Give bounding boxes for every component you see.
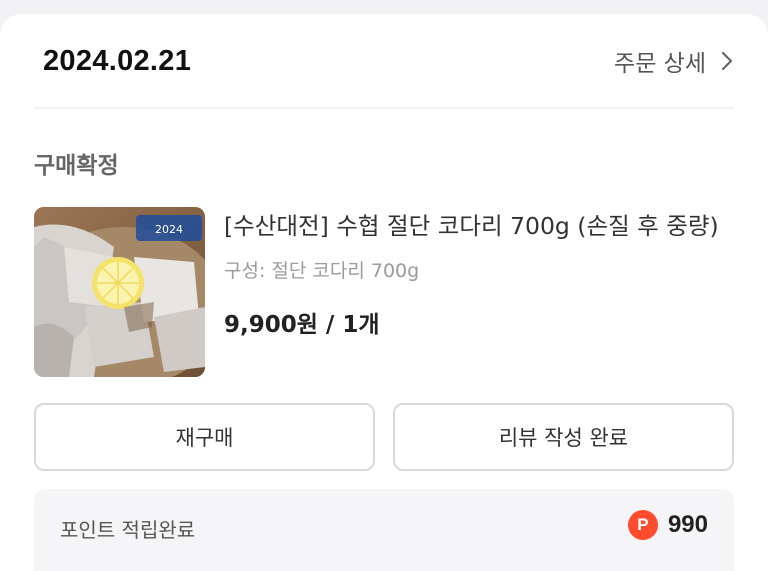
order-card: 2024.02.21 주문 상세 구매확정 2024 [수산대전] 수협 절단 … bbox=[0, 14, 768, 571]
product-option: 구성: 절단 코다리 700g bbox=[224, 260, 420, 282]
chevron-right-icon bbox=[721, 51, 733, 71]
svg-text:2024: 2024 bbox=[155, 223, 183, 236]
points-label: 포인트 적립완료 bbox=[60, 518, 196, 542]
review-complete-button[interactable]: 리뷰 작성 완료 bbox=[393, 403, 734, 471]
order-date: 2024.02.21 bbox=[43, 44, 192, 77]
points-panel: 포인트 적립완료 P 990 bbox=[34, 489, 734, 571]
order-header: 2024.02.21 주문 상세 bbox=[43, 42, 734, 80]
points-value: P 990 bbox=[627, 510, 708, 540]
product-image[interactable]: 2024 bbox=[34, 207, 205, 377]
product-photo-graphic: 2024 bbox=[34, 207, 205, 377]
purchase-status: 구매확정 bbox=[34, 153, 119, 179]
product-info: [수산대전] 수협 절단 코다리 700g (손질 후 중량) 구성: 절단 코… bbox=[224, 208, 739, 339]
point-icon: P bbox=[627, 510, 658, 540]
divider bbox=[34, 107, 734, 109]
order-detail-label: 주문 상세 bbox=[614, 51, 706, 77]
product-price: 9,900원 / 1개 bbox=[224, 312, 380, 338]
order-detail-link[interactable]: 주문 상세 bbox=[614, 44, 734, 78]
product-name[interactable]: [수산대전] 수협 절단 코다리 700g (손질 후 중량) bbox=[224, 208, 739, 244]
points-amount: 990 bbox=[667, 511, 708, 538]
rebuy-button[interactable]: 재구매 bbox=[34, 403, 375, 471]
